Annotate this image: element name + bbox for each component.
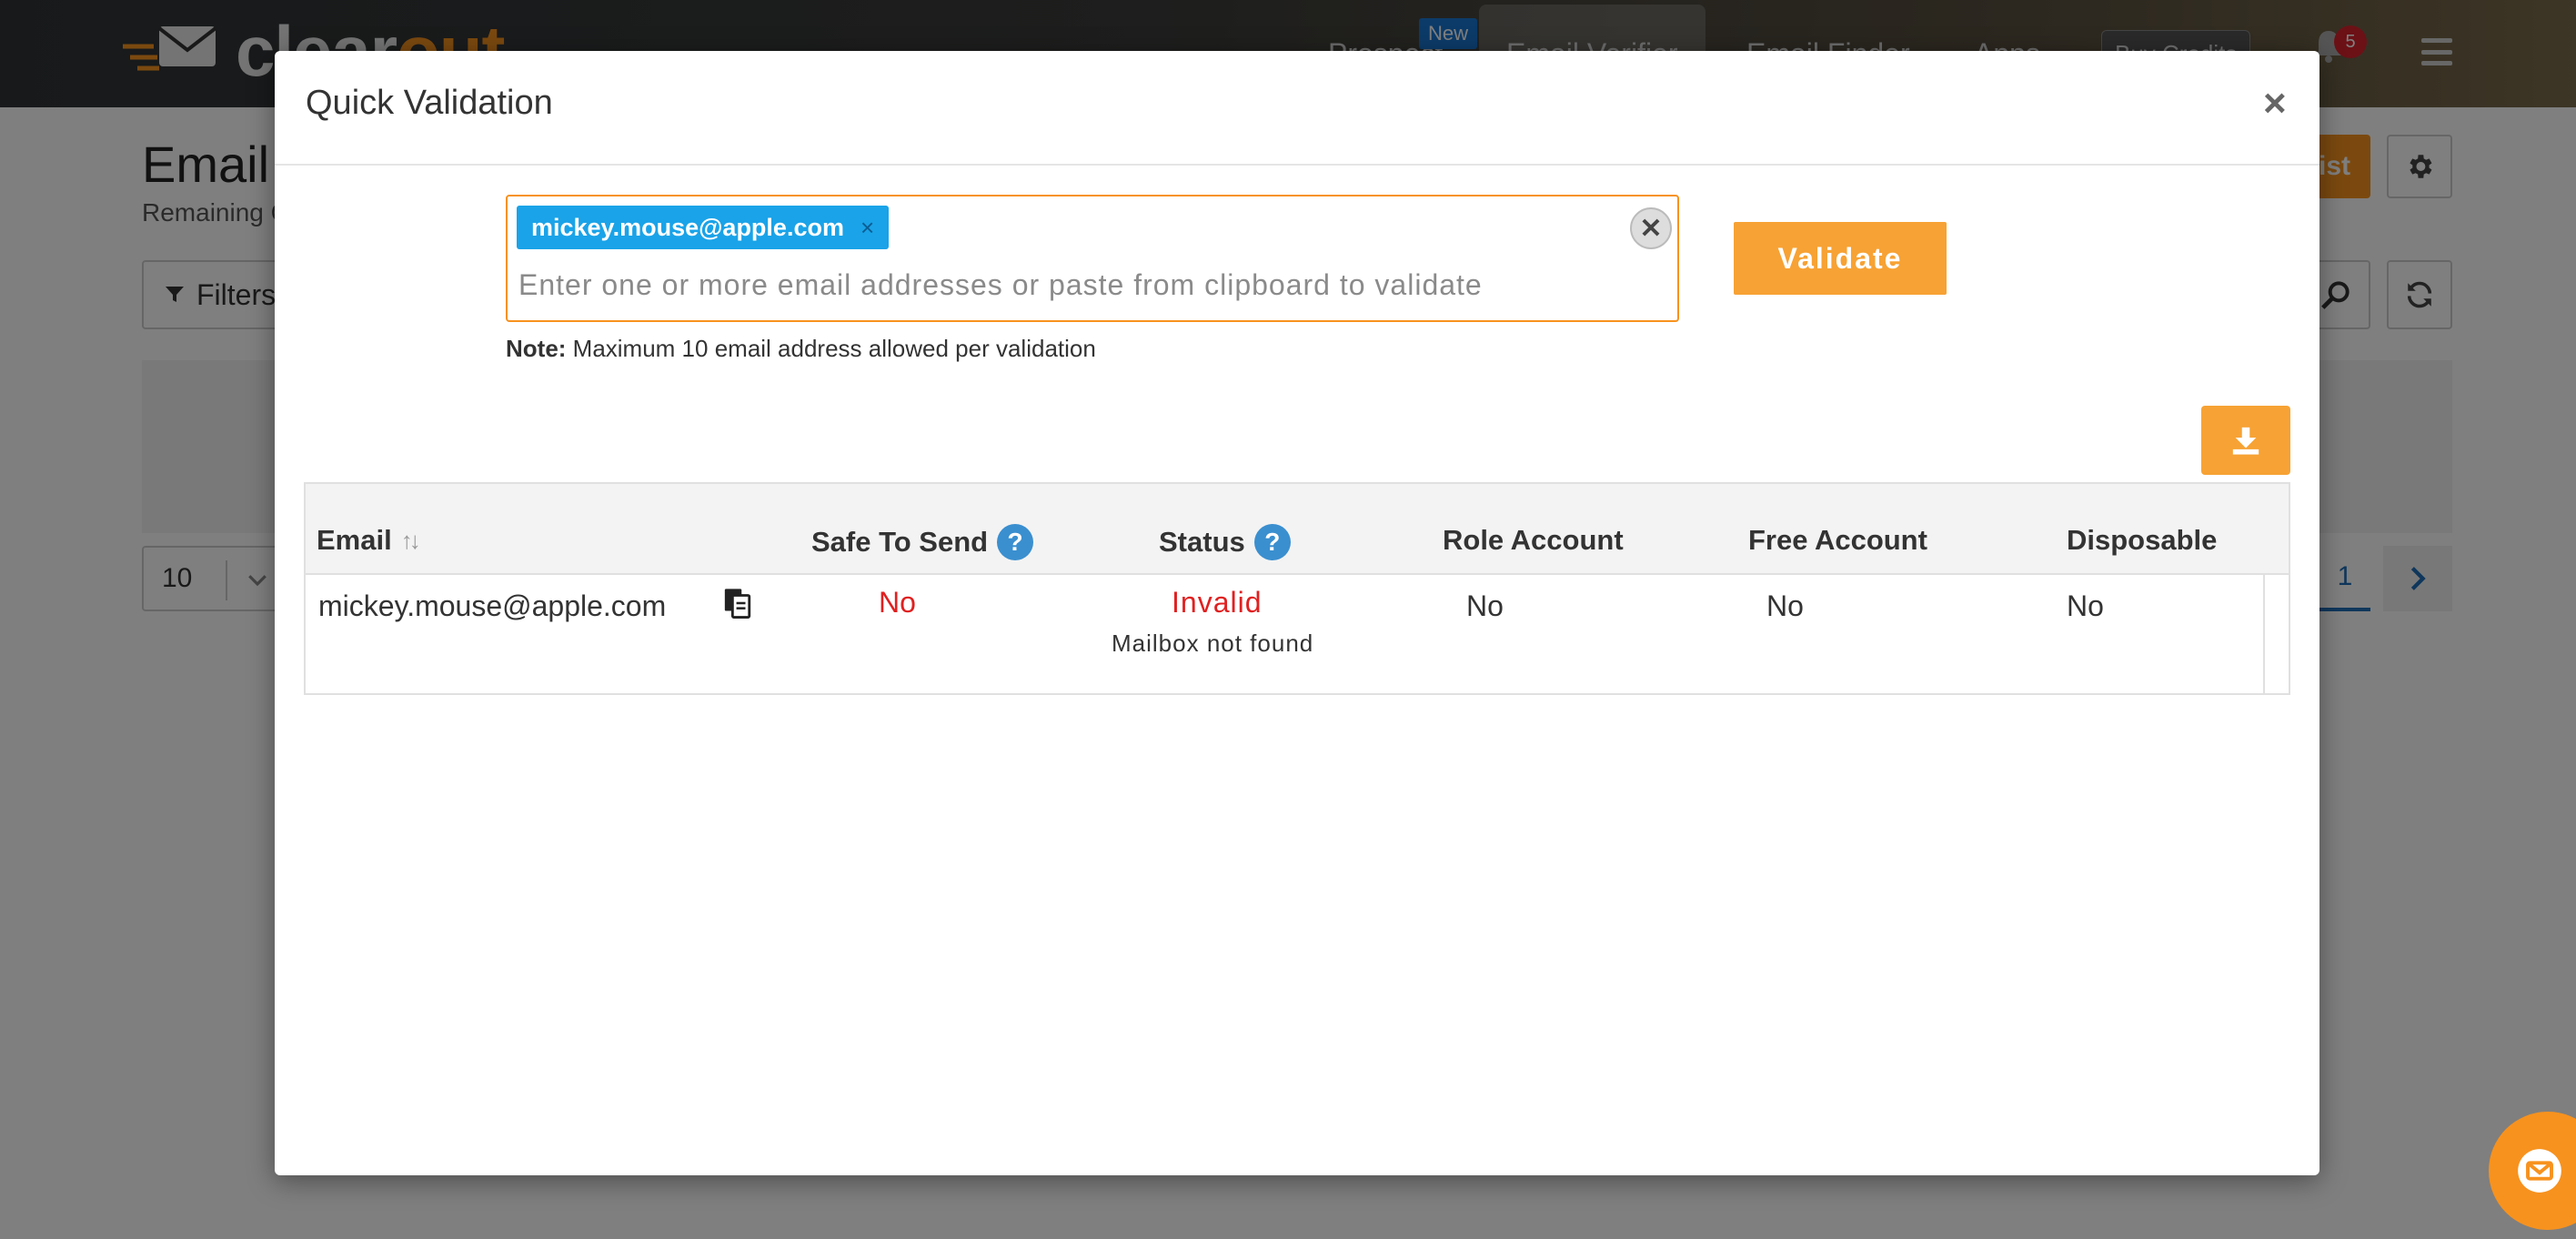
results-table: Email ↑↓ Safe To Send ? Status ? Role Ac… [304,482,2290,695]
chat-icon [2518,1149,2561,1193]
header-role-account: Role Account [1443,524,1624,556]
table-scrollbar[interactable] [2263,575,2289,693]
disposable-value: No [2067,589,2104,622]
header-free-account: Free Account [1748,524,1927,556]
email-tag-label: mickey.mouse@apple.com [531,213,844,241]
role-account-value: No [1466,589,1504,622]
note-label: Note: [506,335,567,362]
modal-title: Quick Validation [306,84,553,122]
status-reason: Mailbox not found [1112,630,1314,657]
note-text: Maximum 10 email address allowed per val… [566,335,1096,362]
email-tag: mickey.mouse@apple.com × [517,206,890,249]
header-status: Status ? [1159,524,1291,560]
modal-header: Quick Validation × [275,51,2319,166]
clear-input-icon[interactable]: ✕ [1630,207,1672,249]
email-input-field[interactable] [518,262,1565,307]
help-icon[interactable]: ? [997,524,1034,560]
free-account-value: No [1766,589,1804,622]
email-tags-input[interactable]: mickey.mouse@apple.com × ✕ [506,195,1679,322]
header-safe-to-send: Safe To Send ? [811,524,1034,560]
safe-to-send-value: No [879,586,916,619]
header-disposable: Disposable [2067,524,2218,556]
download-button[interactable] [2201,406,2290,475]
close-icon[interactable]: × [2263,84,2287,124]
copy-icon[interactable] [722,586,753,628]
row-email: mickey.mouse@apple.com [318,589,667,622]
help-icon[interactable]: ? [1253,524,1291,560]
table-header: Email ↑↓ Safe To Send ? Status ? Role Ac… [306,484,2289,575]
tag-remove-icon[interactable]: × [860,214,874,242]
quick-validation-modal: Quick Validation × mickey.mouse@apple.co… [275,51,2319,1175]
validate-button[interactable]: Validate [1734,222,1947,295]
download-icon [2232,427,2259,455]
status-value: Invalid [1172,586,1263,619]
sort-icon[interactable]: ↑↓ [401,527,421,555]
validation-note: Note: Maximum 10 email address allowed p… [506,335,1096,363]
header-email[interactable]: Email ↑↓ [317,524,421,557]
